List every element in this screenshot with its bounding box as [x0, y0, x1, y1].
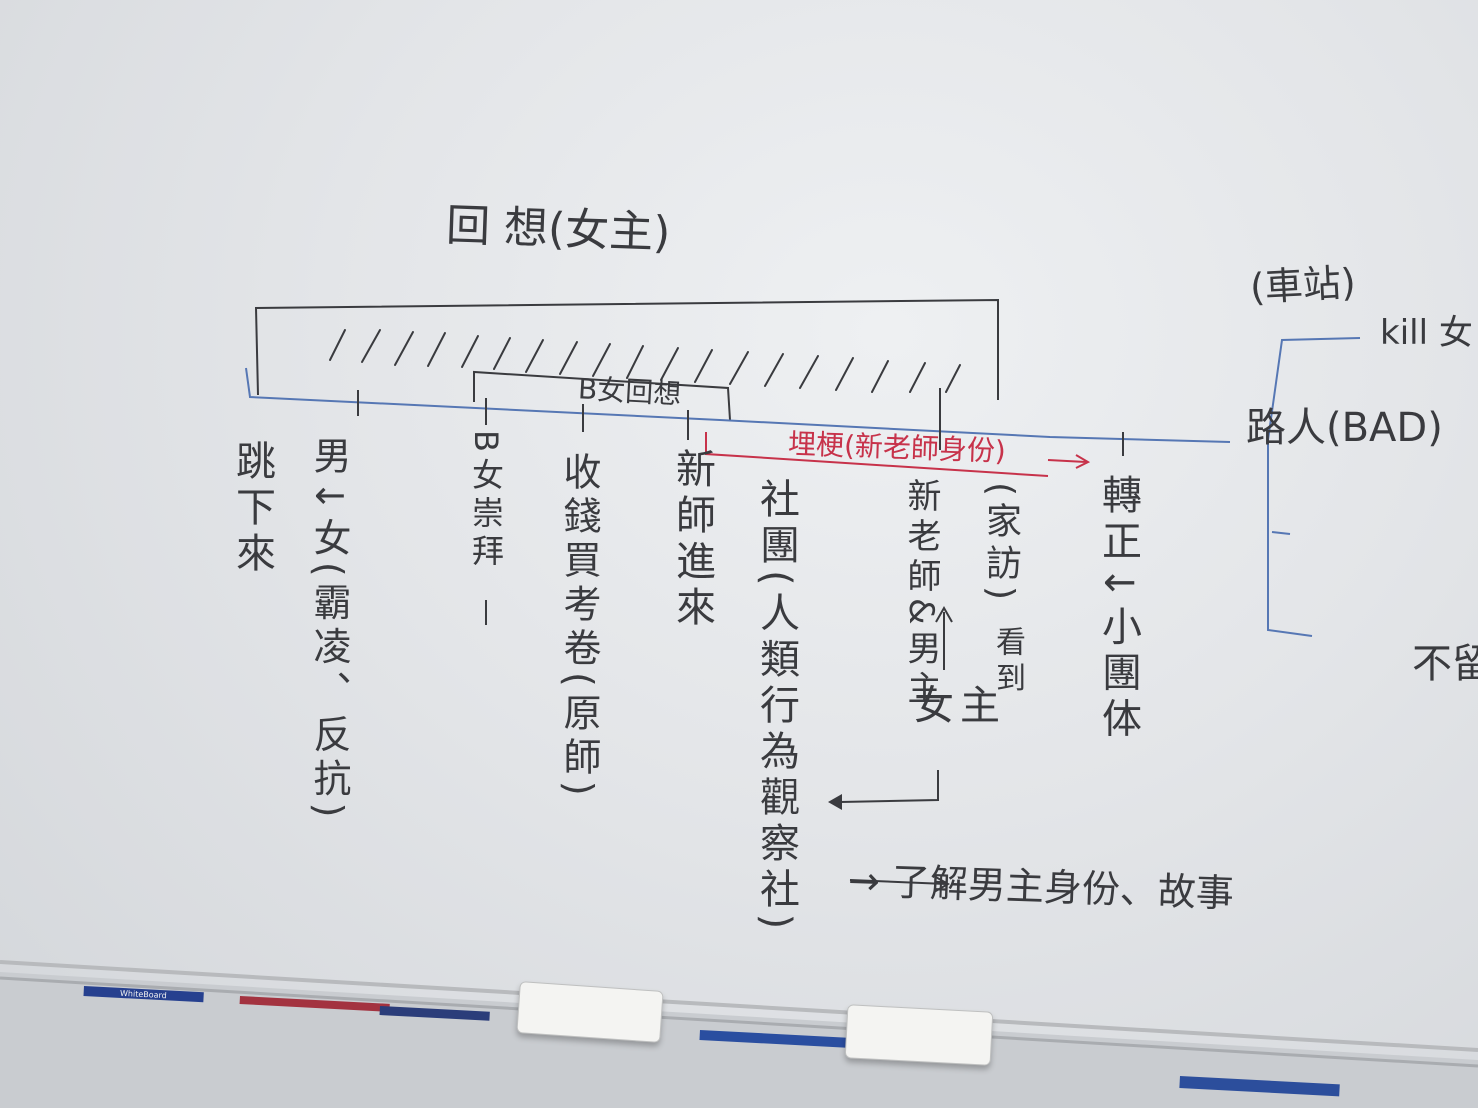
title-flashback: 回 想(女主) — [445, 200, 672, 259]
column-bribe-exam: 收錢買考卷(原師) — [557, 452, 601, 802]
whiteboard-drawing — [0, 298, 1478, 1052]
passerby-label: 路人(BAD) — [1246, 405, 1443, 451]
not-keep-label: 不留 — [1412, 641, 1478, 687]
column-b-girl-admire: B女崇拜 — [467, 430, 505, 572]
inner-bracket-label: B女回想 — [577, 372, 683, 411]
column-jump-down: 跳下來 — [229, 440, 275, 578]
hook-arrow — [839, 770, 939, 803]
station-label: (車站) — [1248, 260, 1357, 310]
board-tray: WhiteBoard — [0, 960, 1478, 1108]
red-hint-label: 埋梗(新老師身份) — [787, 427, 1007, 468]
hook-arrowhead — [828, 794, 842, 810]
kill-label: kill 女 — [1380, 313, 1473, 353]
timeline — [245, 367, 1231, 443]
right-bracket — [1267, 337, 1361, 637]
column-home-visit: (家訪) — [980, 482, 1021, 607]
tray-svg — [0, 972, 1478, 1108]
eraser-left[interactable] — [516, 981, 664, 1043]
column-teacher-and-hero: 新老師&男主 — [901, 478, 941, 711]
eraser-right[interactable] — [844, 1004, 994, 1066]
whiteboard: 回 想(女主) (車站) kill 女 路人(BAD) 不留 B女回想 埋梗(新… — [0, 0, 1478, 1108]
red-arrow — [1047, 454, 1091, 469]
column-club: 社團(人類行為觀察社) — [753, 478, 799, 936]
column-bullying: 男↓女(霸凌、反抗) — [307, 436, 351, 824]
column-heroine: 女主 — [914, 683, 1006, 729]
column-new-teacher: 新師進來 — [669, 448, 715, 632]
column-transfer: 轉正↓小團体 — [1095, 474, 1141, 744]
